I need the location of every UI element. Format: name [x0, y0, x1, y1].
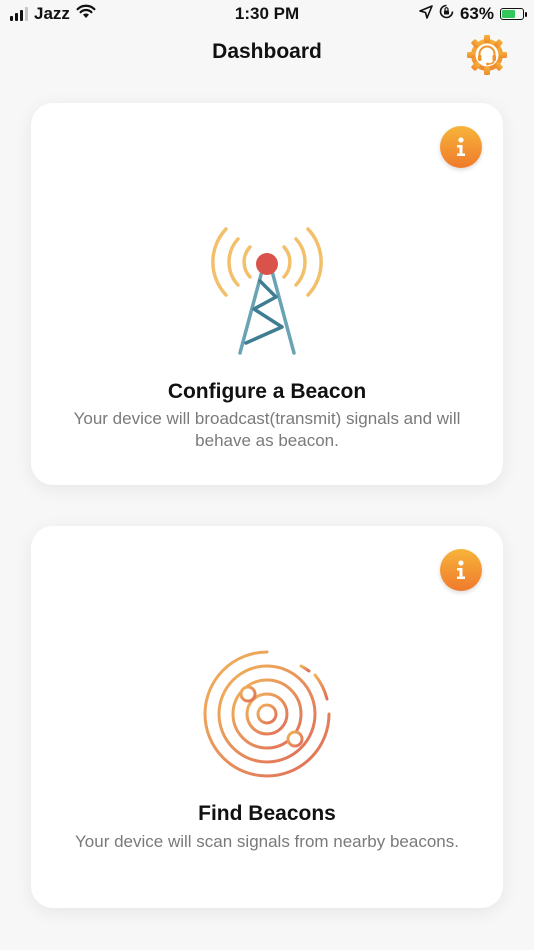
radar-icon — [203, 650, 331, 778]
find-beacons-description: Your device will scan signals from nearb… — [75, 832, 459, 851]
battery-level — [502, 10, 515, 18]
find-beacons-title: Find Beacons — [198, 802, 336, 825]
find-beacons-card[interactable]: Find Beacons Your device will scan signa… — [31, 526, 503, 908]
battery-percent: 63% — [459, 4, 494, 23]
page-title: Dashboard — [212, 40, 322, 63]
configure-beacon-title: Configure a Beacon — [167, 380, 367, 403]
find-beacons-illustration — [31, 644, 503, 784]
location-arrow-icon — [419, 4, 433, 24]
status-bar: Jazz 1:30 PM 63% — [0, 0, 534, 28]
configure-beacon-info-button[interactable] — [440, 126, 482, 168]
find-beacons-info-button[interactable] — [440, 549, 482, 591]
configure-beacon-illustration — [31, 221, 503, 361]
info-icon — [457, 137, 465, 156]
headset-gear-icon — [467, 35, 507, 75]
rotation-lock-icon — [439, 4, 454, 24]
configure-beacon-description: Your device will broadcast(transmit) sig… — [73, 409, 461, 450]
configure-beacon-card[interactable]: Configure a Beacon Your device will broa… — [31, 103, 503, 485]
status-right: 63% — [419, 4, 527, 24]
info-icon — [457, 560, 465, 579]
battery-charging-icon — [500, 8, 527, 20]
nav-bar: Dashboard — [0, 28, 534, 84]
support-button[interactable] — [464, 32, 510, 78]
broadcast-tower-icon — [211, 227, 323, 355]
